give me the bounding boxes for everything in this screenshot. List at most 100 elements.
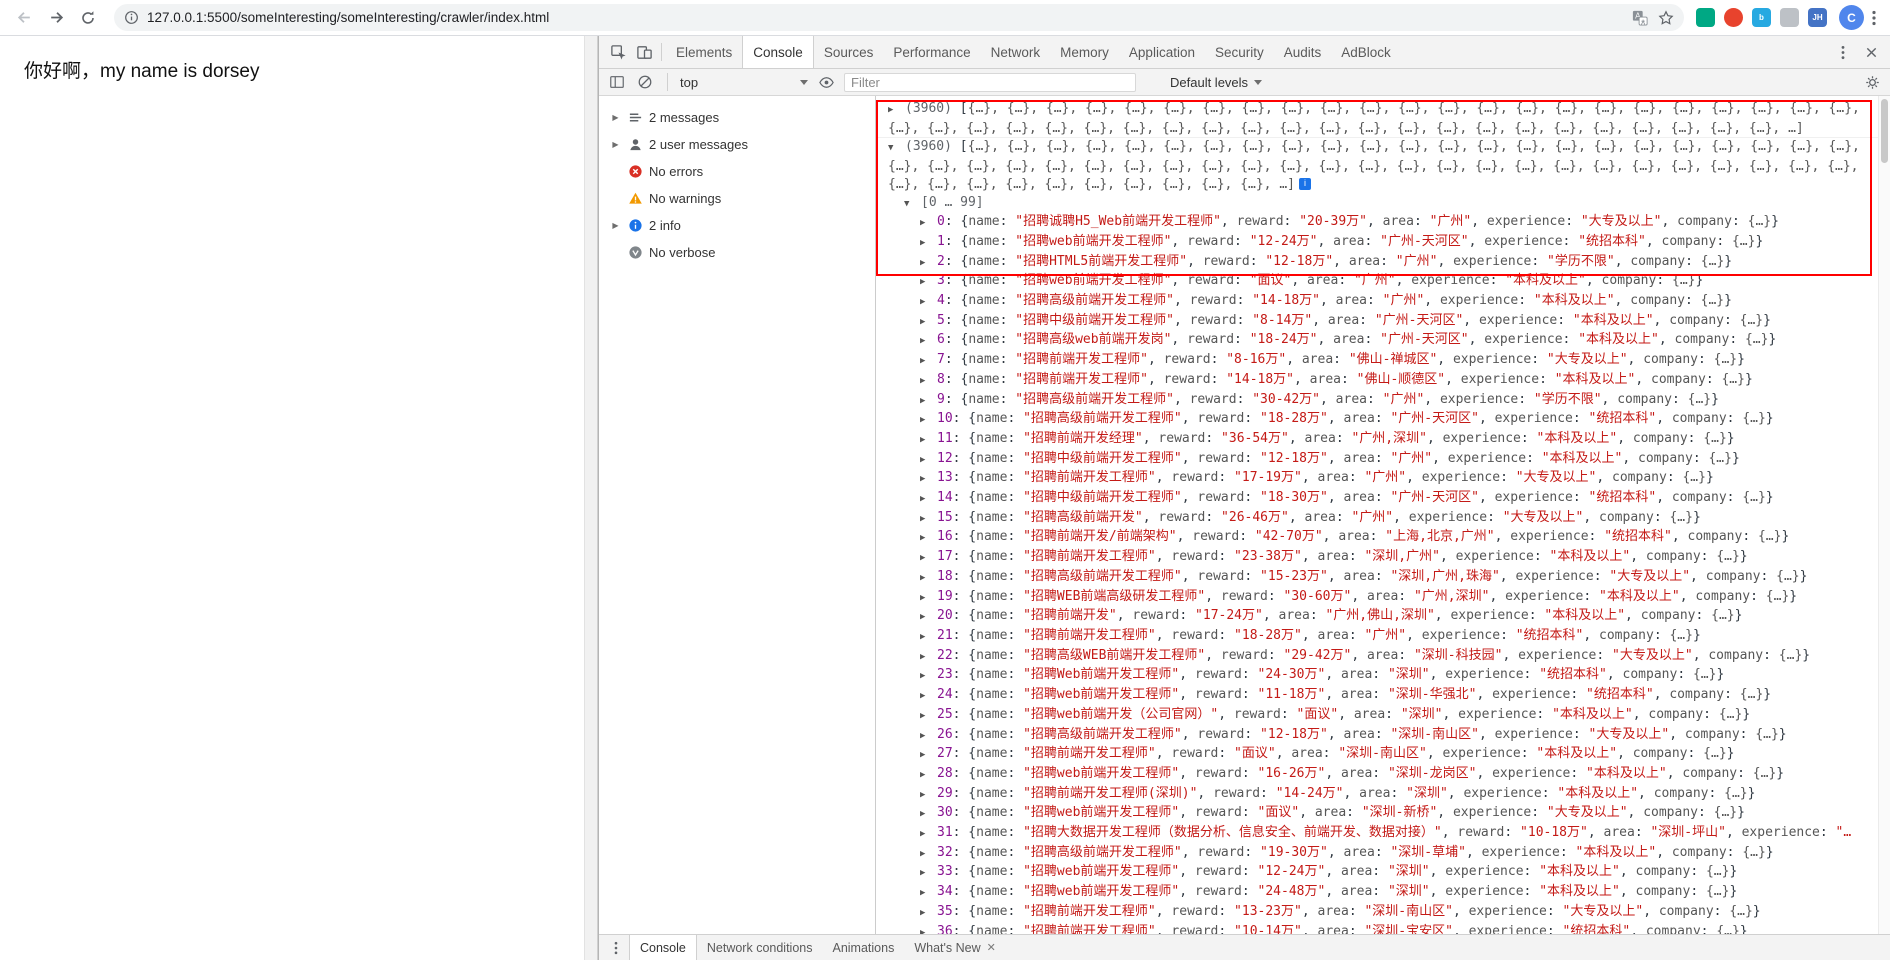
expand-arrow-icon[interactable]: ▶: [920, 826, 937, 844]
console-entry-row[interactable]: ▶ 11: {name: "招聘前端开发经理", reward: "36-54万"…: [920, 430, 1872, 450]
expand-arrow-icon[interactable]: ▶: [609, 113, 622, 122]
console-entry-row[interactable]: ▶ 7: {name: "招聘前端开发工程师", reward: "8-16万",…: [920, 351, 1872, 371]
console-entry-row[interactable]: ▶ 30: {name: "招聘web前端开发工程师", reward: "面议"…: [920, 804, 1872, 824]
execution-context-selector[interactable]: top: [680, 75, 808, 90]
expand-arrow-icon[interactable]: ▶: [920, 235, 937, 253]
console-sidebar-item-no-verbose[interactable]: No verbose: [599, 239, 875, 266]
console-entry-row[interactable]: ▶ 14: {name: "招聘中级前端开发工程师", reward: "18-3…: [920, 489, 1872, 509]
array-preview-expanded[interactable]: ▼ (3960) [{…}, {…}, {…}, {…}, {…}, {…}, {…: [888, 138, 1872, 193]
expand-arrow-icon[interactable]: ▶: [920, 570, 937, 588]
extension-jh-icon[interactable]: JH: [1808, 8, 1827, 27]
console-entry-row[interactable]: ▶ 13: {name: "招聘前端开发工程师", reward: "17-19万…: [920, 469, 1872, 489]
expand-arrow-icon[interactable]: ▶: [920, 728, 937, 746]
page-scrollbar[interactable]: [584, 36, 598, 960]
expand-arrow-icon[interactable]: ▶: [920, 333, 937, 351]
expand-arrow-icon[interactable]: ▶: [920, 432, 937, 450]
console-entry-row[interactable]: ▶ 26: {name: "招聘高级前端开发工程师", reward: "12-1…: [920, 726, 1872, 746]
expand-arrow-icon[interactable]: ▶: [920, 353, 937, 371]
back-button[interactable]: [10, 4, 38, 32]
console-entry-row[interactable]: ▶ 34: {name: "招聘web前端开发工程师", reward: "24-…: [920, 883, 1872, 903]
console-entry-row[interactable]: ▶ 1: {name: "招聘web前端开发工程师", reward: "12-2…: [920, 233, 1872, 253]
browser-menu-icon[interactable]: [1868, 10, 1880, 26]
expand-arrow-icon[interactable]: ▶: [920, 747, 937, 765]
console-entry-row[interactable]: ▶ 16: {name: "招聘前端开发/前端架构", reward: "42-7…: [920, 528, 1872, 548]
toggle-device-toolbar-icon[interactable]: [631, 39, 657, 65]
console-entry-row[interactable]: ▶ 36: {name: "招聘前端开发工程师", reward: "10-14万…: [920, 923, 1872, 934]
devtools-tab-performance[interactable]: Performance: [883, 36, 980, 68]
forward-button[interactable]: [42, 4, 70, 32]
url-text[interactable]: 127.0.0.1:5500/someInteresting/someInter…: [147, 10, 1622, 25]
console-sidebar-toggle-icon[interactable]: [607, 72, 627, 92]
console-entry-row[interactable]: ▶ 21: {name: "招聘前端开发工程师", reward: "18-28万…: [920, 627, 1872, 647]
expand-arrow-icon[interactable]: ▶: [920, 255, 937, 273]
drawer-menu-icon[interactable]: [607, 939, 625, 957]
drawer-tab-what-s-new[interactable]: What's New ✕: [904, 935, 1006, 960]
console-entry-row[interactable]: ▶ 35: {name: "招聘前端开发工程师", reward: "13-23万…: [920, 903, 1872, 923]
drawer-tab-network-conditions[interactable]: Network conditions: [697, 935, 823, 960]
console-entry-row[interactable]: ▶ 0: {name: "招聘诚聘H5_Web前端开发工程师", reward: …: [920, 213, 1872, 233]
drawer-tab-animations[interactable]: Animations: [822, 935, 904, 960]
log-levels-dropdown[interactable]: Default levels: [1170, 75, 1263, 90]
console-sidebar-item-2-info[interactable]: ▶ 2 info: [599, 212, 875, 239]
address-bar[interactable]: 127.0.0.1:5500/someInteresting/someInter…: [114, 4, 1684, 31]
console-entry-row[interactable]: ▶ 8: {name: "招聘前端开发工程师", reward: "14-18万"…: [920, 371, 1872, 391]
expand-arrow-icon[interactable]: ▶: [920, 787, 937, 805]
expand-arrow-icon[interactable]: ▶: [609, 140, 622, 149]
console-entry-row[interactable]: ▶ 5: {name: "招聘中级前端开发工程师", reward: "8-14万…: [920, 312, 1872, 332]
extension-3-icon[interactable]: b: [1752, 8, 1771, 27]
expand-arrow-icon[interactable]: ▶: [920, 471, 937, 489]
console-settings-gear-icon[interactable]: [1862, 72, 1882, 92]
expand-arrow-icon[interactable]: ▶: [920, 865, 937, 883]
expand-arrow-icon[interactable]: ▶: [920, 629, 937, 647]
expand-arrow-icon[interactable]: ▶: [920, 885, 937, 903]
devtools-tab-console[interactable]: Console: [742, 36, 814, 68]
array-preview-collapsed[interactable]: ▶ (3960) [{…}, {…}, {…}, {…}, {…}, {…}, {…: [888, 100, 1872, 137]
console-entry-row[interactable]: ▶ 32: {name: "招聘高级前端开发工程师", reward: "19-3…: [920, 844, 1872, 864]
devtools-tab-audits[interactable]: Audits: [1274, 36, 1332, 68]
console-entry-row[interactable]: ▶ 22: {name: "招聘高级WEB前端开发工程师", reward: "2…: [920, 647, 1872, 667]
bookmark-star-icon[interactable]: [1658, 9, 1674, 26]
console-entry-row[interactable]: ▶ 33: {name: "招聘web前端开发工程师", reward: "12-…: [920, 863, 1872, 883]
console-sidebar-item-2-user-messages[interactable]: ▶ 2 user messages: [599, 131, 875, 158]
console-entry-row[interactable]: ▶ 27: {name: "招聘前端开发工程师", reward: "面议", a…: [920, 745, 1872, 765]
console-entry-row[interactable]: ▶ 17: {name: "招聘前端开发工程师", reward: "23-38万…: [920, 548, 1872, 568]
console-entry-row[interactable]: ▶ 19: {name: "招聘WEB前端高级研发工程师", reward: "3…: [920, 588, 1872, 608]
expand-arrow-icon[interactable]: ▶: [920, 412, 937, 430]
expand-arrow-icon[interactable]: ▶: [920, 393, 937, 411]
devtools-tab-memory[interactable]: Memory: [1050, 36, 1119, 68]
console-entry-row[interactable]: ▶ 9: {name: "招聘高级前端开发工程师", reward: "30-42…: [920, 391, 1872, 411]
expand-arrow-icon[interactable]: ▶: [920, 590, 937, 608]
extension-2-icon[interactable]: [1724, 8, 1743, 27]
expand-arrow-icon[interactable]: ▶: [920, 905, 937, 923]
console-entry-row[interactable]: ▶ 24: {name: "招聘web前端开发工程师", reward: "11-…: [920, 686, 1872, 706]
console-entry-row[interactable]: ▶ 29: {name: "招聘前端开发工程师(深圳)", reward: "14…: [920, 785, 1872, 805]
expand-arrow-icon[interactable]: ▶: [920, 708, 937, 726]
console-entry-row[interactable]: ▶ 10: {name: "招聘高级前端开发工程师", reward: "18-2…: [920, 410, 1872, 430]
translate-icon[interactable]: A: [1632, 10, 1648, 26]
expand-arrow-icon[interactable]: ▶: [920, 668, 937, 686]
console-sidebar-item-no-errors[interactable]: No errors: [599, 158, 875, 185]
console-sidebar-item-2-messages[interactable]: ▶ 2 messages: [599, 104, 875, 131]
close-icon[interactable]: ✕: [987, 941, 996, 954]
expand-arrow-icon[interactable]: ▶: [920, 491, 937, 509]
page-info-icon[interactable]: [124, 10, 139, 25]
expand-arrow-icon[interactable]: ▶: [920, 550, 937, 568]
expand-arrow-icon[interactable]: ▶: [920, 806, 937, 824]
expand-arrow-icon[interactable]: ▶: [920, 688, 937, 706]
collapse-arrow-icon[interactable]: ▼: [904, 196, 921, 214]
expand-arrow-icon[interactable]: ▶: [920, 215, 937, 233]
scrollbar-thumb[interactable]: [1881, 99, 1888, 163]
devtools-close-icon[interactable]: [1858, 39, 1884, 65]
clear-console-icon[interactable]: [635, 72, 655, 92]
devtools-tab-adblock[interactable]: AdBlock: [1331, 36, 1401, 68]
expand-arrow-icon[interactable]: ▶: [609, 221, 622, 230]
console-entry-row[interactable]: ▶ 20: {name: "招聘前端开发", reward: "17-24万", …: [920, 607, 1872, 627]
extension-1-icon[interactable]: [1696, 8, 1715, 27]
inspect-element-icon[interactable]: [605, 39, 631, 65]
console-entry-row[interactable]: ▶ 15: {name: "招聘高级前端开发", reward: "26-46万"…: [920, 509, 1872, 529]
array-range-row[interactable]: ▼ [0 … 99]: [904, 194, 1872, 214]
live-expression-eye-icon[interactable]: [816, 72, 836, 92]
console-entry-row[interactable]: ▶ 2: {name: "招聘HTML5前端开发工程师", reward: "12…: [920, 253, 1872, 273]
console-entry-row[interactable]: ▶ 25: {name: "招聘web前端开发（公司官网）", reward: "…: [920, 706, 1872, 726]
devtools-tab-application[interactable]: Application: [1119, 36, 1205, 68]
